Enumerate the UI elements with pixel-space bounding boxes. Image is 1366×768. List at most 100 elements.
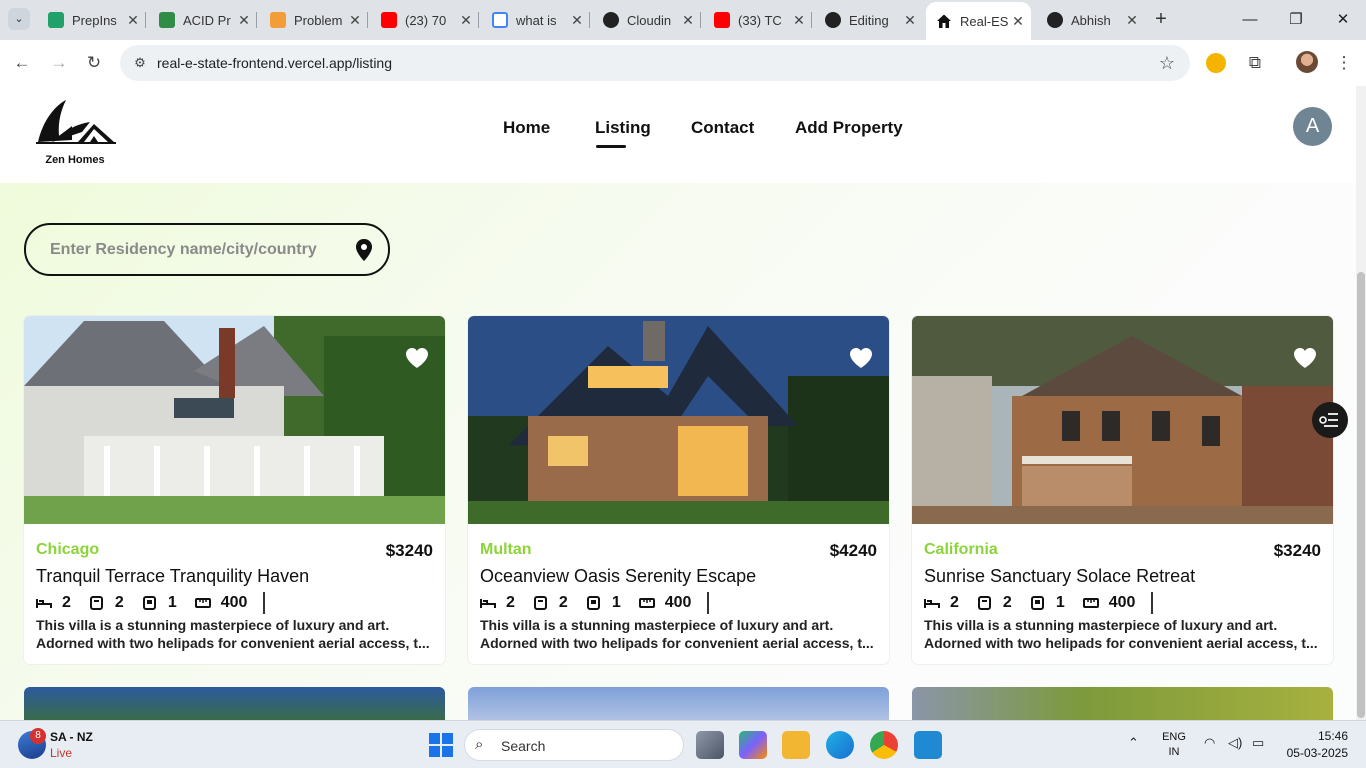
browser-tab[interactable]: Editing ✕ [815, 6, 923, 34]
scrollbar-thumb[interactable] [1357, 272, 1365, 718]
edge-browser-icon[interactable] [826, 731, 854, 759]
window-close-icon[interactable]: ✕ [1331, 8, 1355, 32]
property-description: This villa is a stunning masterpiece of … [480, 616, 877, 652]
tab-close-icon[interactable]: ✕ [457, 12, 475, 29]
weather-title[interactable]: SA - NZ [50, 730, 93, 744]
reload-icon[interactable]: ↻ [82, 51, 106, 75]
weather-subtitle[interactable]: Live [50, 746, 72, 760]
browser-tab[interactable]: (33) TC ✕ [704, 6, 812, 34]
clock-time[interactable]: 15:46 [1300, 729, 1348, 743]
wifi-icon[interactable]: ◠ [1204, 735, 1215, 751]
url-text[interactable]: real-e-state-frontend.vercel.app/listing [157, 55, 392, 71]
tab-favicon [381, 12, 397, 28]
browser-tab[interactable]: (23) 70 ✕ [371, 6, 479, 34]
description-line: This villa is a stunning masterpiece of … [36, 617, 390, 633]
property-photo[interactable] [24, 316, 445, 524]
baths-count: 2 [1002, 594, 1012, 611]
browser-menu-icon[interactable]: ⋮ [1332, 51, 1356, 75]
nav-listing[interactable]: Listing [595, 118, 651, 138]
tab-close-icon[interactable]: ✕ [790, 12, 808, 29]
tab-search-button[interactable]: ⌄ [8, 8, 30, 30]
clock-date[interactable]: 05-03-2025 [1282, 746, 1348, 760]
ruler-icon [194, 598, 211, 608]
browser-tab-active[interactable]: Real-ES ✕ [926, 2, 1031, 40]
browser-tab[interactable]: Cloudin ✕ [593, 6, 701, 34]
bookmark-star-icon[interactable]: ☆ [1156, 52, 1178, 74]
facts-divider [1151, 592, 1154, 614]
tab-close-icon[interactable]: ✕ [235, 12, 253, 29]
tab-close-icon[interactable]: ✕ [568, 12, 586, 29]
copilot-icon[interactable] [739, 731, 767, 759]
tab-close-icon[interactable]: ✕ [346, 12, 364, 29]
browser-profile-avatar[interactable] [1296, 51, 1318, 73]
new-tab-button[interactable]: + [1150, 8, 1172, 30]
file-explorer-icon[interactable] [782, 731, 810, 759]
browser-tab[interactable]: ACID Pr ✕ [149, 6, 257, 34]
property-card-partial[interactable] [468, 687, 889, 720]
volume-icon[interactable]: ◁) [1228, 735, 1242, 751]
extensions-puzzle-icon[interactable]: ⧉ [1243, 51, 1267, 75]
property-photo[interactable] [912, 316, 1333, 524]
page-viewport: Zen Homes Home Listing Contact Add Prope… [0, 86, 1356, 720]
description-line: This villa is a stunning masterpiece of … [480, 617, 834, 633]
battery-icon[interactable]: ▭ [1252, 735, 1264, 751]
browser-tab-strip: ⌄ PrepIns ✕ ACID Pr ✕ Problem ✕ (23) 70 … [0, 0, 1366, 40]
tab-title: Editing [849, 12, 889, 28]
beds-fact: 2 [480, 594, 515, 612]
property-photo[interactable] [468, 316, 889, 524]
favorite-heart-icon[interactable] [1292, 346, 1318, 370]
tab-close-icon[interactable]: ✕ [1009, 13, 1027, 30]
home-icon [936, 13, 952, 29]
tab-favicon [270, 12, 286, 28]
windows-start-icon[interactable] [427, 731, 455, 759]
nav-home[interactable]: Home [503, 118, 550, 138]
property-card[interactable]: California $3240 Sunrise Sanctuary Solac… [912, 316, 1333, 664]
show-hidden-icons-chevron[interactable]: ⌃ [1128, 735, 1139, 751]
favorite-heart-icon[interactable] [404, 346, 430, 370]
location-pin-icon[interactable] [354, 238, 374, 262]
residency-search-input[interactable] [50, 239, 350, 261]
task-view-icon[interactable] [696, 731, 724, 759]
parking-fact: 1 [586, 594, 621, 612]
menu-toggle-button[interactable] [1312, 402, 1348, 438]
extension-icon[interactable] [1206, 53, 1226, 73]
beds-fact: 2 [36, 594, 71, 612]
property-card[interactable]: Chicago $3240 Tranquil Terrace Tranquili… [24, 316, 445, 664]
chrome-browser-icon[interactable] [870, 731, 898, 759]
tab-close-icon[interactable]: ✕ [1123, 12, 1141, 29]
browser-tab[interactable]: PrepIns ✕ [38, 6, 146, 34]
forward-arrow-icon[interactable]: → [47, 51, 71, 75]
description-line: This villa is a stunning masterpiece of … [924, 617, 1278, 633]
area-value: 400 [220, 594, 248, 611]
area-value: 400 [664, 594, 692, 611]
property-title: Oceanview Oasis Serenity Escape [480, 566, 757, 586]
site-info-icon[interactable]: ⚙ [130, 53, 150, 73]
address-bar[interactable]: ⚙ real-e-state-frontend.vercel.app/listi… [120, 45, 1190, 81]
property-price: $3240 [1273, 541, 1321, 560]
tab-close-icon[interactable]: ✕ [124, 12, 142, 29]
property-card[interactable]: Multan $4240 Oceanview Oasis Serenity Es… [468, 316, 889, 664]
taskbar-search-box[interactable]: ⌕ Search [464, 729, 684, 761]
browser-tab[interactable]: Abhish ✕ [1037, 6, 1145, 34]
back-arrow-icon[interactable]: ← [10, 51, 34, 75]
property-card-partial[interactable] [912, 687, 1333, 720]
site-logo[interactable]: Zen Homes [32, 98, 118, 170]
restore-icon[interactable]: ❐ [1284, 8, 1308, 32]
vscode-icon[interactable] [914, 731, 942, 759]
browser-tab[interactable]: what is ✕ [482, 6, 590, 34]
nav-add-property[interactable]: Add Property [795, 118, 903, 138]
logo-house-icon [36, 100, 116, 144]
browser-tab[interactable]: Problem ✕ [260, 6, 368, 34]
tab-title: (33) TC [738, 12, 782, 28]
input-language[interactable]: ENG IN [1161, 730, 1187, 760]
minimize-icon[interactable]: — [1238, 8, 1262, 32]
nav-contact[interactable]: Contact [691, 118, 754, 138]
ruler-icon [638, 598, 655, 608]
tab-close-icon[interactable]: ✕ [901, 12, 919, 29]
favorite-heart-icon[interactable] [848, 346, 874, 370]
tab-close-icon[interactable]: ✕ [679, 12, 697, 29]
property-card-partial[interactable] [24, 687, 445, 720]
beds-count: 2 [950, 594, 959, 611]
parking-fact: 1 [1030, 594, 1065, 612]
user-avatar[interactable]: A [1293, 107, 1332, 146]
